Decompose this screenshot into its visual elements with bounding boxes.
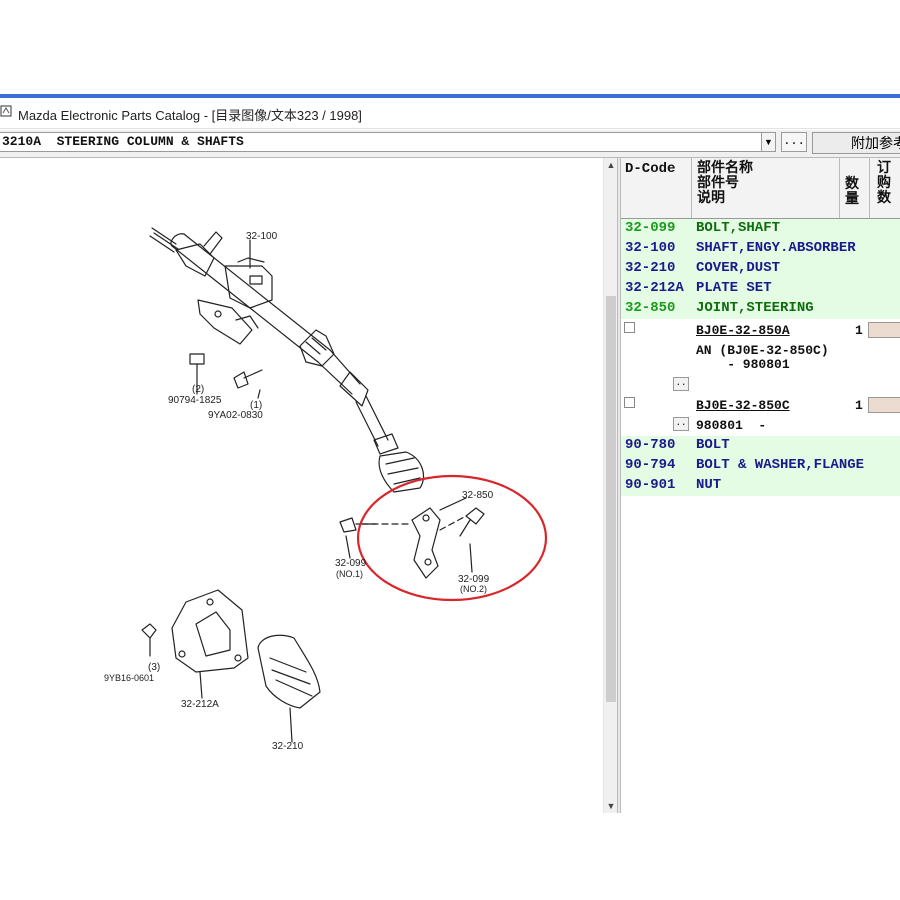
- order-qty-field[interactable]: [868, 397, 900, 413]
- parts-list: D-Code 部件名称 部件号 说明 数量 订购数 32-099 BOLT,SH…: [621, 158, 900, 813]
- bolt-32-099-no1: [339, 517, 357, 533]
- row-code: 32-100: [625, 240, 676, 256]
- row-name: NUT: [696, 477, 722, 493]
- intermediate-shaft: [355, 395, 389, 447]
- parts-row[interactable]: 90-794 BOLT & WASHER,FLANGE: [621, 456, 900, 476]
- row-name: SHAFT,ENGY.ABSORBER: [696, 240, 856, 256]
- order-qty-field[interactable]: [868, 322, 900, 338]
- callout-90794-1825: 90794-1825: [168, 395, 222, 406]
- additional-reference-button[interactable]: 附加参考: [812, 132, 900, 154]
- scroll-down-icon[interactable]: ▼: [604, 799, 618, 813]
- bolt-90794: [189, 353, 205, 365]
- lower-bracket: [197, 299, 253, 345]
- dust-cover: [257, 634, 321, 709]
- part-qty: 1: [855, 398, 863, 413]
- part-qty: 1: [855, 323, 863, 338]
- order-checkbox[interactable]: [624, 322, 635, 333]
- callout-32-210: 32-210: [272, 741, 304, 752]
- header-qty[interactable]: 数量: [845, 178, 861, 208]
- callout-32-099-a: 32-099: [335, 558, 367, 569]
- header-order-qty[interactable]: 订购数: [877, 162, 893, 207]
- part-note: 980801 -: [696, 418, 767, 433]
- callout-32-100: 32-100: [246, 231, 278, 242]
- row-name: BOLT: [696, 437, 730, 453]
- callout-qty-3: (3): [148, 662, 160, 673]
- callout-32-850: 32-850: [462, 490, 494, 501]
- row-name: COVER,DUST: [696, 260, 781, 276]
- dropdown-arrow-icon[interactable]: ▼: [761, 132, 776, 152]
- row-name: JOINT,STEERING: [696, 300, 814, 316]
- header-desc[interactable]: 说明: [697, 192, 725, 207]
- plate-set: [171, 589, 249, 673]
- callout-9yb16-0601: 9YB16-0601: [104, 673, 154, 683]
- row-code: 32-210: [625, 260, 676, 276]
- parts-row[interactable]: 32-099 BOLT,SHAFT: [621, 219, 900, 239]
- bolt-9ya02: [233, 371, 249, 389]
- part-note: AN (BJ0E-32-850C): [696, 343, 829, 358]
- app-icon: [0, 105, 12, 117]
- steering-joint: [411, 507, 441, 579]
- header-name[interactable]: 部件名称: [697, 162, 753, 177]
- browse-button[interactable]: ...: [781, 132, 807, 152]
- part-number: BJ0E-32-850A: [696, 323, 790, 338]
- callout-9ya02-0830: 9YA02-0830: [208, 410, 263, 421]
- parts-row[interactable]: 32-210 COVER,DUST: [621, 259, 900, 279]
- more-info-button[interactable]: ..: [673, 417, 689, 431]
- row-code: 90-901: [625, 477, 676, 493]
- column-collar: [175, 243, 215, 277]
- row-code: 90-780: [625, 437, 676, 453]
- row-code: 32-099: [625, 220, 676, 236]
- parts-row[interactable]: 90-780 BOLT: [621, 436, 900, 456]
- window-title: Mazda Electronic Parts Catalog - [目录图像/文…: [18, 108, 362, 123]
- row-code: 90-794: [625, 457, 676, 473]
- callout-32-212a: 32-212A: [181, 699, 219, 710]
- callout-no1: (NO.1): [336, 569, 363, 579]
- shaft-spline: [149, 227, 179, 253]
- group-selector[interactable]: 3210A STEERING COLUMN & SHAFTS: [0, 132, 776, 152]
- illustration-scrollbar[interactable]: ▲ ▼: [603, 158, 618, 813]
- row-name: BOLT & WASHER,FLANGE: [696, 457, 865, 473]
- parts-row[interactable]: 32-100 SHAFT,ENGY.ABSORBER: [621, 239, 900, 259]
- parts-row-selected[interactable]: 32-850 JOINT,STEERING: [621, 299, 900, 319]
- illustration-canvas: 32-100 (2) 90794-1825 (1) 9YA02-0830 32-…: [104, 227, 548, 752]
- parts-row[interactable]: 90-901 NUT: [621, 476, 900, 496]
- row-code: 32-850: [625, 300, 676, 316]
- callout-qty-2: (2): [192, 384, 204, 395]
- scroll-up-icon[interactable]: ▲: [604, 158, 618, 172]
- header-part-no[interactable]: 部件号: [697, 177, 739, 192]
- row-code: 32-212A: [625, 280, 684, 296]
- parts-row[interactable]: 32-212A PLATE SET: [621, 279, 900, 299]
- parts-illustration[interactable]: 32-100 (2) 90794-1825 (1) 9YA02-0830 32-…: [0, 158, 603, 813]
- row-name: BOLT,SHAFT: [696, 220, 781, 236]
- group-selector-value: 3210A STEERING COLUMN & SHAFTS: [2, 134, 244, 149]
- header-dcode[interactable]: D-Code: [625, 162, 675, 177]
- highlight-circle: [356, 474, 548, 602]
- part-note: - 980801: [696, 357, 790, 372]
- nut-9yb16: [141, 623, 157, 639]
- part-number: BJ0E-32-850C: [696, 398, 790, 413]
- row-name: PLATE SET: [696, 280, 772, 296]
- parts-list-header: D-Code 部件名称 部件号 说明 数量 订购数: [621, 158, 900, 219]
- scroll-thumb[interactable]: [606, 296, 616, 702]
- callout-no2: (NO.2): [460, 584, 487, 594]
- order-checkbox[interactable]: [624, 397, 635, 408]
- more-info-button[interactable]: ..: [673, 377, 689, 391]
